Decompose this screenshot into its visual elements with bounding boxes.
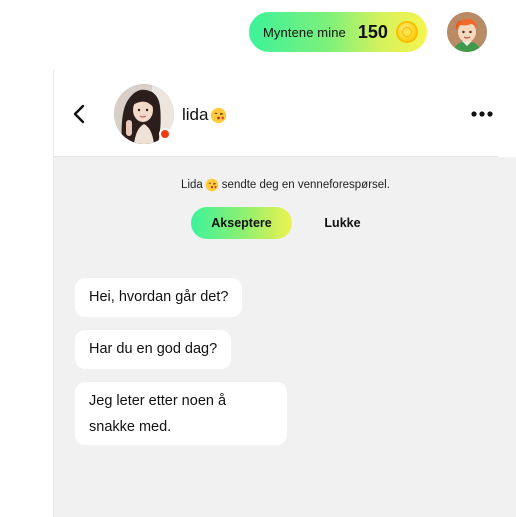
coins-balance[interactable]: Myntene mine 150 — [249, 12, 427, 52]
coins-value: 150 — [357, 21, 388, 42]
online-status-dot — [159, 128, 171, 140]
kissing-face-icon — [205, 178, 219, 192]
coins-label: Myntene mine — [263, 24, 346, 40]
back-button[interactable] — [70, 102, 90, 126]
message-bubble: Jeg leter etter noen å snakke med. — [75, 382, 287, 445]
message-bubble: Hei, hvordan går det? — [75, 278, 243, 317]
friend-request-notice: Lida sendte deg en venneforespørsel. — [54, 178, 516, 192]
chat-header: lida — [54, 70, 516, 157]
contact-name-text: lida — [182, 105, 209, 124]
chat-panel: lida Lida sendte deg en venneforespørsel… — [53, 70, 516, 517]
user-avatar-icon — [447, 12, 487, 52]
contact-name: lida — [182, 105, 227, 125]
chevron-left-icon — [73, 104, 85, 124]
friend-request-text: sendte deg en venneforespørsel. — [221, 179, 390, 191]
user-avatar[interactable] — [447, 12, 487, 52]
more-dots-icon — [471, 111, 493, 117]
more-options-button[interactable] — [470, 106, 496, 122]
coin-icon — [396, 21, 418, 43]
chat-body: Lida sendte deg en venneforespørsel. Aks… — [54, 157, 516, 517]
kissing-face-icon — [211, 107, 227, 123]
close-button[interactable]: Lukke — [303, 207, 382, 239]
message-bubble: Har du en god dag? — [75, 330, 232, 369]
contact-avatar[interactable] — [114, 84, 174, 144]
accept-button[interactable]: Akseptere — [191, 207, 292, 239]
friend-request-name: Lida — [181, 179, 203, 191]
